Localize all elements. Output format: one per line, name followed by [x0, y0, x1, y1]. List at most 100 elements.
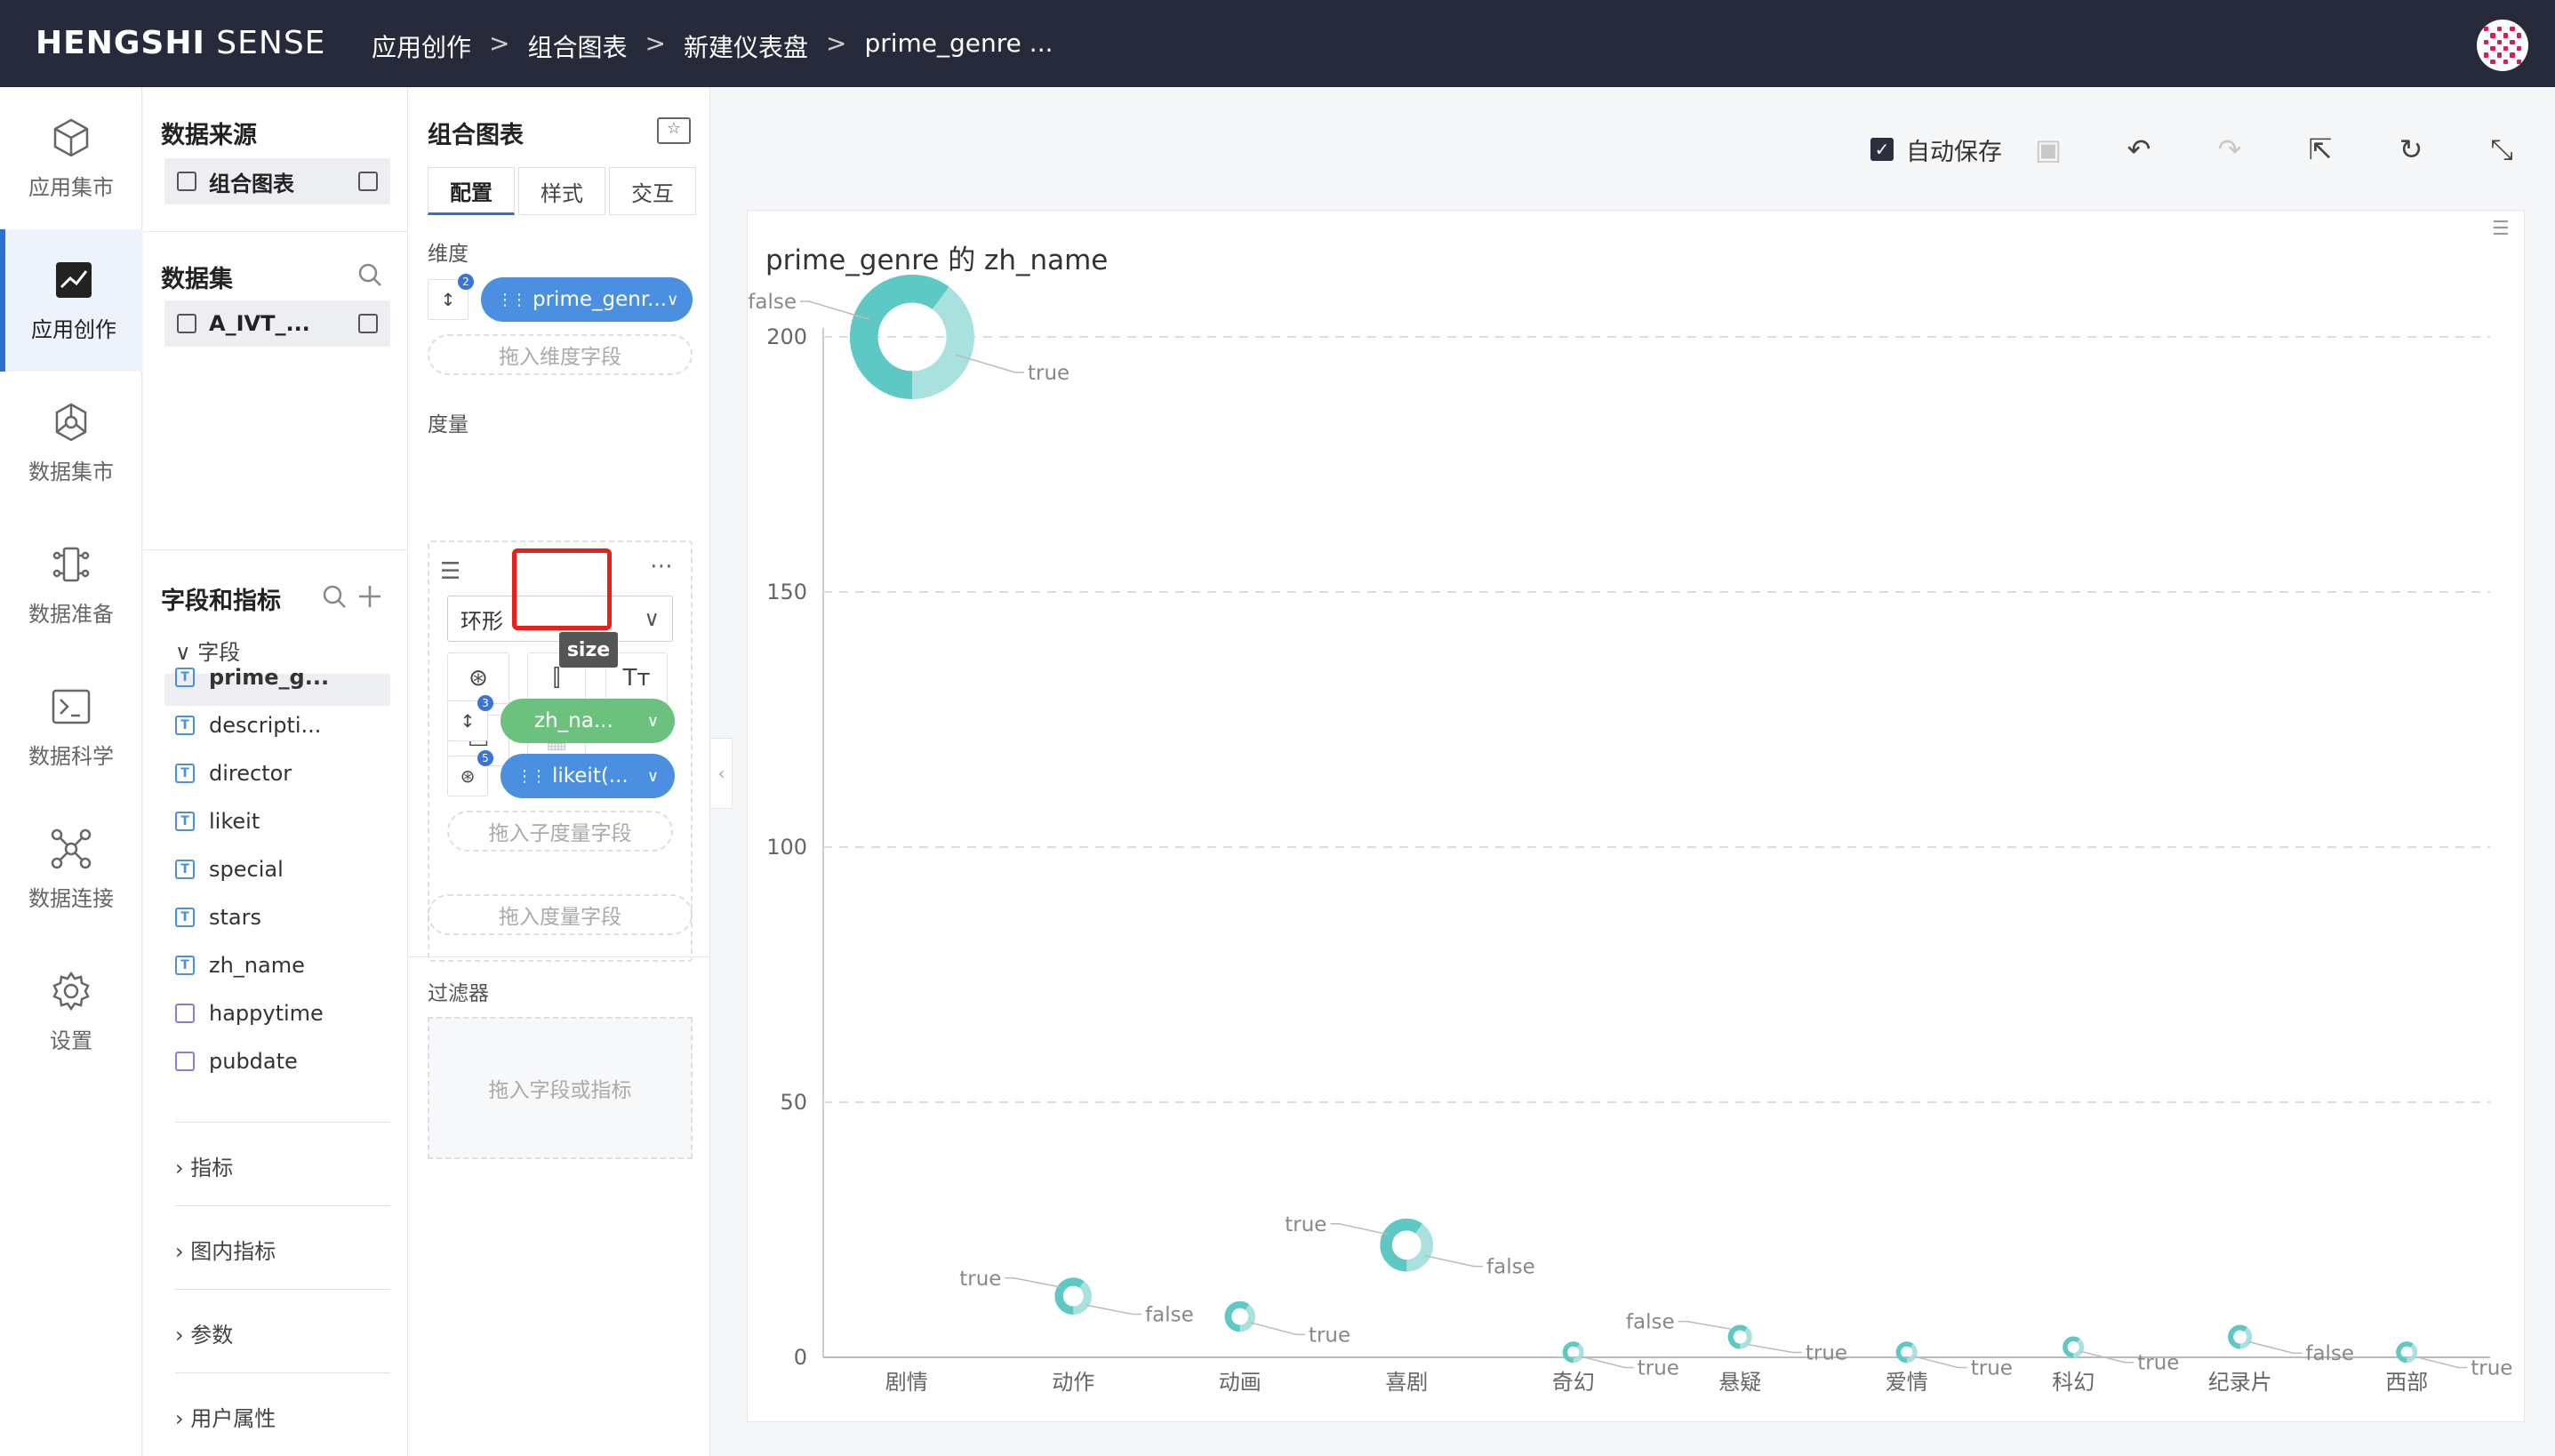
- filter-label: 过滤器: [428, 982, 489, 1005]
- copy-icon[interactable]: [358, 172, 378, 191]
- dimension-dropzone[interactable]: 拖入维度字段: [428, 334, 693, 375]
- date-type-icon: [175, 1052, 195, 1071]
- avatar[interactable]: [2477, 20, 2528, 71]
- divider: [143, 549, 408, 550]
- field-item[interactable]: Tzh_name: [175, 953, 305, 978]
- leader-line: [1748, 1344, 1802, 1354]
- group-params[interactable]: › 参数: [175, 1317, 233, 1348]
- search-icon[interactable]: [321, 583, 348, 610]
- checkmark-icon: ✓: [1870, 138, 1894, 161]
- fields-title: 字段和指标: [161, 588, 281, 615]
- data-label: true: [959, 1268, 1001, 1291]
- x-tick-label: 悬疑: [1718, 1370, 1761, 1395]
- y-tick-label: 200: [766, 324, 807, 349]
- panel-collapse-handle[interactable]: ‹: [711, 738, 733, 809]
- nav-label: 数据准备: [28, 601, 114, 627]
- y-tick-label: 100: [766, 835, 807, 860]
- leader-line: [2248, 1340, 2303, 1354]
- sort-axis-icon[interactable]: ↕ 2: [428, 274, 474, 320]
- redo-icon[interactable]: ↷: [2212, 132, 2247, 167]
- text-type-icon: T: [175, 908, 195, 927]
- chart-create-icon: [56, 261, 92, 298]
- x-tick-label: 纪录片: [2208, 1370, 2272, 1395]
- collapse-icon[interactable]: ⤡: [2484, 132, 2519, 167]
- field-item[interactable]: Tdescripti...: [175, 713, 321, 738]
- nav-item-app-create[interactable]: 应用创作: [0, 229, 142, 372]
- data-label: true: [1309, 1324, 1350, 1347]
- field-item[interactable]: Tprime_g...: [175, 665, 329, 690]
- more-icon[interactable]: ⋯: [650, 553, 673, 580]
- divider: [175, 1122, 390, 1123]
- text-type-icon: T: [175, 716, 195, 735]
- refresh-icon[interactable]: ↻: [2393, 132, 2429, 167]
- chevron-right-icon: ›: [175, 1323, 191, 1348]
- sort-axis-icon[interactable]: ↕ 3: [447, 695, 493, 741]
- undo-icon[interactable]: ↶: [2121, 132, 2157, 167]
- chart-config-panel: 组合图表 ☆ 配置 样式 交互 维度 ↕ 2 ⋮⋮ prime_genr... ∨ 拖…: [408, 87, 710, 1456]
- measure-pill-likeit[interactable]: ⋮⋮ likeit(... ∨: [501, 754, 675, 798]
- chevron-down-icon: ∨: [667, 290, 679, 309]
- field-item[interactable]: happytime: [175, 1001, 324, 1026]
- brand-logo[interactable]: HENGSHI SENSE: [36, 25, 325, 61]
- autosave-checkbox[interactable]: ✓ 自动保存: [1870, 132, 2002, 167]
- field-item[interactable]: Tdirector: [175, 761, 292, 786]
- chart-canvas[interactable]: prime_genre 的 zh_name ☰ 0 50 100 150 200 剧情 fa…: [747, 210, 2525, 1422]
- dataset-title: 数据集: [161, 266, 233, 293]
- nav-item-data-connect[interactable]: 数据连接: [0, 798, 142, 940]
- nav-label: 数据连接: [28, 885, 114, 911]
- search-icon[interactable]: [356, 261, 383, 288]
- add-icon[interactable]: [356, 583, 383, 610]
- data-source-panel: 数据来源 组合图表 数据集 A_IVT_... 字段和指标 ∨ 字段 Tprim…: [143, 87, 408, 1456]
- group-chart-metrics[interactable]: › 图内指标: [175, 1234, 276, 1265]
- nav-item-data-market[interactable]: 数据集市: [0, 372, 142, 514]
- copy-icon[interactable]: [358, 314, 378, 333]
- measure-pill-zh-name[interactable]: zh_na... ∨: [501, 699, 675, 743]
- menu-icon[interactable]: ☰: [440, 558, 461, 585]
- breadcrumb-item[interactable]: 新建仪表盘: [684, 28, 808, 64]
- color-channel-button[interactable]: ⊛: [447, 652, 509, 704]
- divider: [408, 956, 710, 957]
- chevron-right-icon: ›: [175, 1239, 191, 1264]
- tab-style[interactable]: 样式: [518, 167, 605, 215]
- nav-label: 应用集市: [28, 174, 114, 200]
- dataset-item[interactable]: A_IVT_...: [164, 300, 390, 347]
- breadcrumb: 应用创作 > 组合图表 > 新建仪表盘 > prime_genre ...: [372, 28, 1053, 64]
- nav-label: 数据科学: [28, 743, 114, 769]
- data-source-name: 组合图表: [209, 171, 294, 196]
- chevron-down-icon: ∨: [646, 711, 659, 731]
- leader-line: [1678, 1320, 1732, 1331]
- color-channel-badge[interactable]: ⊛ 5: [447, 750, 493, 796]
- group-metrics[interactable]: › 指标: [175, 1150, 233, 1181]
- data-label: true: [1806, 1341, 1847, 1364]
- nav-item-app-market[interactable]: 应用集市: [0, 87, 142, 229]
- field-item[interactable]: Tlikeit: [175, 809, 260, 834]
- tab-interaction[interactable]: 交互: [609, 167, 696, 215]
- nav-item-data-science[interactable]: 数据科学: [0, 656, 142, 798]
- share-icon[interactable]: ⇱: [2303, 132, 2338, 167]
- text-type-icon: T: [175, 812, 195, 831]
- nav-item-data-prep[interactable]: 数据准备: [0, 514, 142, 656]
- field-item[interactable]: Tspecial: [175, 857, 284, 882]
- field-item[interactable]: Tstars: [175, 905, 261, 930]
- nav-item-settings[interactable]: 设置: [0, 940, 142, 1083]
- hexagon-network-icon: [55, 403, 87, 441]
- chevron-right-icon: ›: [175, 1406, 191, 1431]
- star-icon[interactable]: ☆: [657, 117, 691, 144]
- group-user-attrs[interactable]: › 用户属性: [175, 1401, 276, 1432]
- connection-icon: [51, 828, 92, 868]
- config-tabs: 配置 样式 交互: [428, 167, 700, 215]
- breadcrumb-item[interactable]: 应用创作: [372, 28, 471, 64]
- data-source-item[interactable]: 组合图表: [164, 158, 390, 204]
- fields-group-toggle[interactable]: ∨ 字段: [175, 635, 240, 666]
- save-icon[interactable]: ▣: [2030, 132, 2066, 167]
- dimension-pill[interactable]: ⋮⋮ prime_genr... ∨: [481, 277, 693, 322]
- data-label: true: [2137, 1352, 2179, 1375]
- divider: [175, 1372, 390, 1373]
- top-bar: HENGSHI SENSE 应用创作 > 组合图表 > 新建仪表盘 > prim…: [0, 0, 2555, 87]
- sub-measure-dropzone[interactable]: 拖入子度量字段: [447, 811, 673, 852]
- filter-dropzone[interactable]: 拖入字段或指标: [428, 1017, 693, 1159]
- tab-config[interactable]: 配置: [428, 167, 515, 215]
- field-item[interactable]: pubdate: [175, 1049, 298, 1074]
- measure-dropzone[interactable]: 拖入度量字段: [428, 894, 693, 935]
- breadcrumb-item[interactable]: 组合图表: [527, 28, 627, 64]
